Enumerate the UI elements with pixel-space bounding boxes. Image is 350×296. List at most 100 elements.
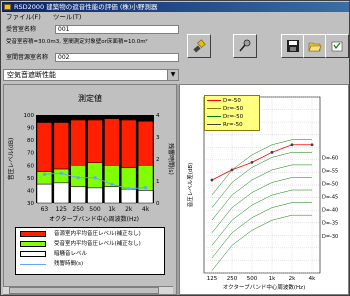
x-tick-label: 1k [108, 206, 116, 213]
src-room-label: 受音室名称 [6, 26, 37, 33]
y-tick-label: 30 [27, 201, 34, 207]
reverb-point [93, 176, 97, 180]
legend-item: Rr=-50 [207, 121, 243, 129]
measured-point [270, 150, 274, 154]
y2-axis-label: 残響時間(s) [167, 143, 175, 175]
chart-title: 測定値 [78, 93, 102, 103]
x-tick-label: 63 [41, 206, 49, 213]
y-tick-label: 80 [27, 138, 34, 144]
measured-point [310, 143, 314, 147]
save-button[interactable] [281, 34, 305, 58]
room-area-info: 受音室容積=30.0m3, 室間測定対象壁or床面積=10.0m² [6, 39, 148, 45]
curve-label: D=-30 [322, 234, 338, 240]
curve-label: D=-45 [322, 195, 338, 201]
speaker-tool-icon [193, 39, 206, 53]
legend-swatch [20, 241, 46, 247]
legend-swatch [20, 251, 46, 257]
y-axis-label: 音圧レベル差(dB) [186, 163, 194, 208]
y-tick-label: 100 [24, 113, 35, 119]
bar-background-noise [121, 188, 137, 204]
bar-background-noise [70, 186, 86, 204]
legend-item: Dr=-50 [207, 113, 243, 121]
evaluation-panel: 125 250 500 1k 2k 4k D=-60 D=-55 D=-50 D=-45 D=-40… [179, 84, 349, 295]
chart-legend: 音源室内平均音圧レベル(補正なし) 受音室内平均音圧レベル(補正なし) 暗騒音レ… [15, 227, 165, 275]
bar-background-noise [87, 187, 103, 204]
menu-bar: ファイル(F) ツール(T) [2, 12, 349, 22]
measured-point [290, 143, 294, 147]
legend-swatch [20, 231, 46, 237]
legend-item: Dr=-50 [207, 105, 243, 113]
mic-tool-button[interactable] [233, 34, 257, 58]
x-tick-label: 250 [72, 206, 84, 213]
bar-source-level [36, 122, 53, 172]
bar-source-level [104, 118, 120, 166]
legend-label: 暗騒音レベル [54, 251, 88, 257]
x-tick-label: 2k [125, 206, 133, 213]
rcv-room-label: 室間音源室名称 [6, 54, 49, 61]
y2-tick-label: 1 [156, 179, 160, 185]
bar-background-noise [104, 186, 120, 204]
horizontal-scrollbar[interactable] [3, 286, 173, 294]
scrollbar-thumb[interactable] [9, 287, 159, 294]
bar-source-level [137, 121, 154, 166]
menu-file[interactable]: ファイル(F) [6, 13, 41, 21]
x-tick-label: 4k [309, 276, 316, 282]
bar-background-noise [36, 183, 53, 204]
legend-label: 残響時間(s) [54, 261, 84, 267]
reverb-point [76, 176, 80, 180]
measurement-chart: 測定値 63 125 250 500 1k 2k 4k 30 40 50 60 70 80 90 100 0 1 2… [7, 93, 175, 223]
measured-point [210, 178, 214, 182]
x-axis-label: オクターブバンド中心周波数(Hz) [49, 215, 139, 223]
x-tick-label: 125 [56, 206, 68, 213]
legend-item: D=-50 [207, 97, 241, 105]
y-tick-label: 70 [27, 151, 34, 157]
mic-tool-icon [239, 39, 251, 52]
speaker-tool-button[interactable] [187, 34, 211, 58]
src-room-field[interactable]: 001 [55, 25, 179, 34]
bar-source-level [87, 119, 103, 164]
y-axis-label: 音圧レベル(dB) [7, 138, 15, 181]
curve-label: D=-40 [322, 208, 338, 214]
settings-icon [331, 41, 343, 52]
curve-label: D=-60 [322, 155, 338, 161]
reverb-point [42, 172, 47, 176]
reverb-point [127, 187, 131, 191]
reverb-point [110, 182, 114, 186]
measured-point [230, 168, 234, 172]
x-tick-label: 500 [89, 206, 101, 213]
evaluation-legend: D=-50 Dr=-50 Dr=-50 Rr=-50 [204, 95, 260, 131]
x-tick-label: 500 [247, 276, 258, 282]
settings-button[interactable] [325, 34, 349, 58]
reverb-point [143, 186, 148, 190]
x-tick-label: 1k [269, 276, 276, 282]
x-tick-label: 125 [207, 276, 218, 282]
legend-swatch [20, 264, 46, 265]
open-button[interactable] [303, 34, 327, 58]
view-select-value: 空気音遮断性能 [7, 71, 56, 79]
save-icon [287, 40, 299, 52]
y2-tick-label: 2 [156, 157, 160, 163]
reverb-point [59, 171, 63, 175]
app-icon [4, 4, 11, 10]
rcv-room-field[interactable]: 002 [55, 53, 179, 62]
bar-source-level [121, 119, 137, 169]
bar-receive-level [87, 162, 103, 189]
room-info-panel: 受音室名称 001 受音室容積=30.0m3, 室間測定対象壁or床面積=10.… [3, 23, 181, 65]
bar-receive-level [121, 167, 137, 190]
y-tick-label: 50 [27, 176, 34, 182]
y2-tick-label: 4 [156, 113, 160, 119]
legend-label: 受音室内平均音圧レベル(補正なし) [54, 241, 141, 247]
app-window: RSD2000 建築物の遮音性能の評価 (株)小野測器 ファイル(F) ツール(… [0, 0, 350, 296]
curve-label: D=-50 [322, 181, 338, 187]
menu-tools[interactable]: ツール(T) [53, 13, 82, 21]
measured-point [250, 160, 254, 164]
y2-tick-label: 3 [156, 135, 160, 141]
curve-label: D=-55 [322, 168, 338, 174]
y-tick-label: 60 [27, 163, 34, 169]
view-select[interactable]: 空気音遮断性能 ▼ [3, 69, 179, 81]
chevron-down-icon[interactable]: ▼ [167, 70, 178, 80]
x-axis-label: オクターブバンド中心周波数(Hz) [223, 283, 305, 291]
bar-background-noise [137, 190, 154, 204]
title-bar: RSD2000 建築物の遮音性能の評価 (株)小野測器 [2, 2, 349, 12]
y-tick-label: 90 [27, 126, 34, 132]
